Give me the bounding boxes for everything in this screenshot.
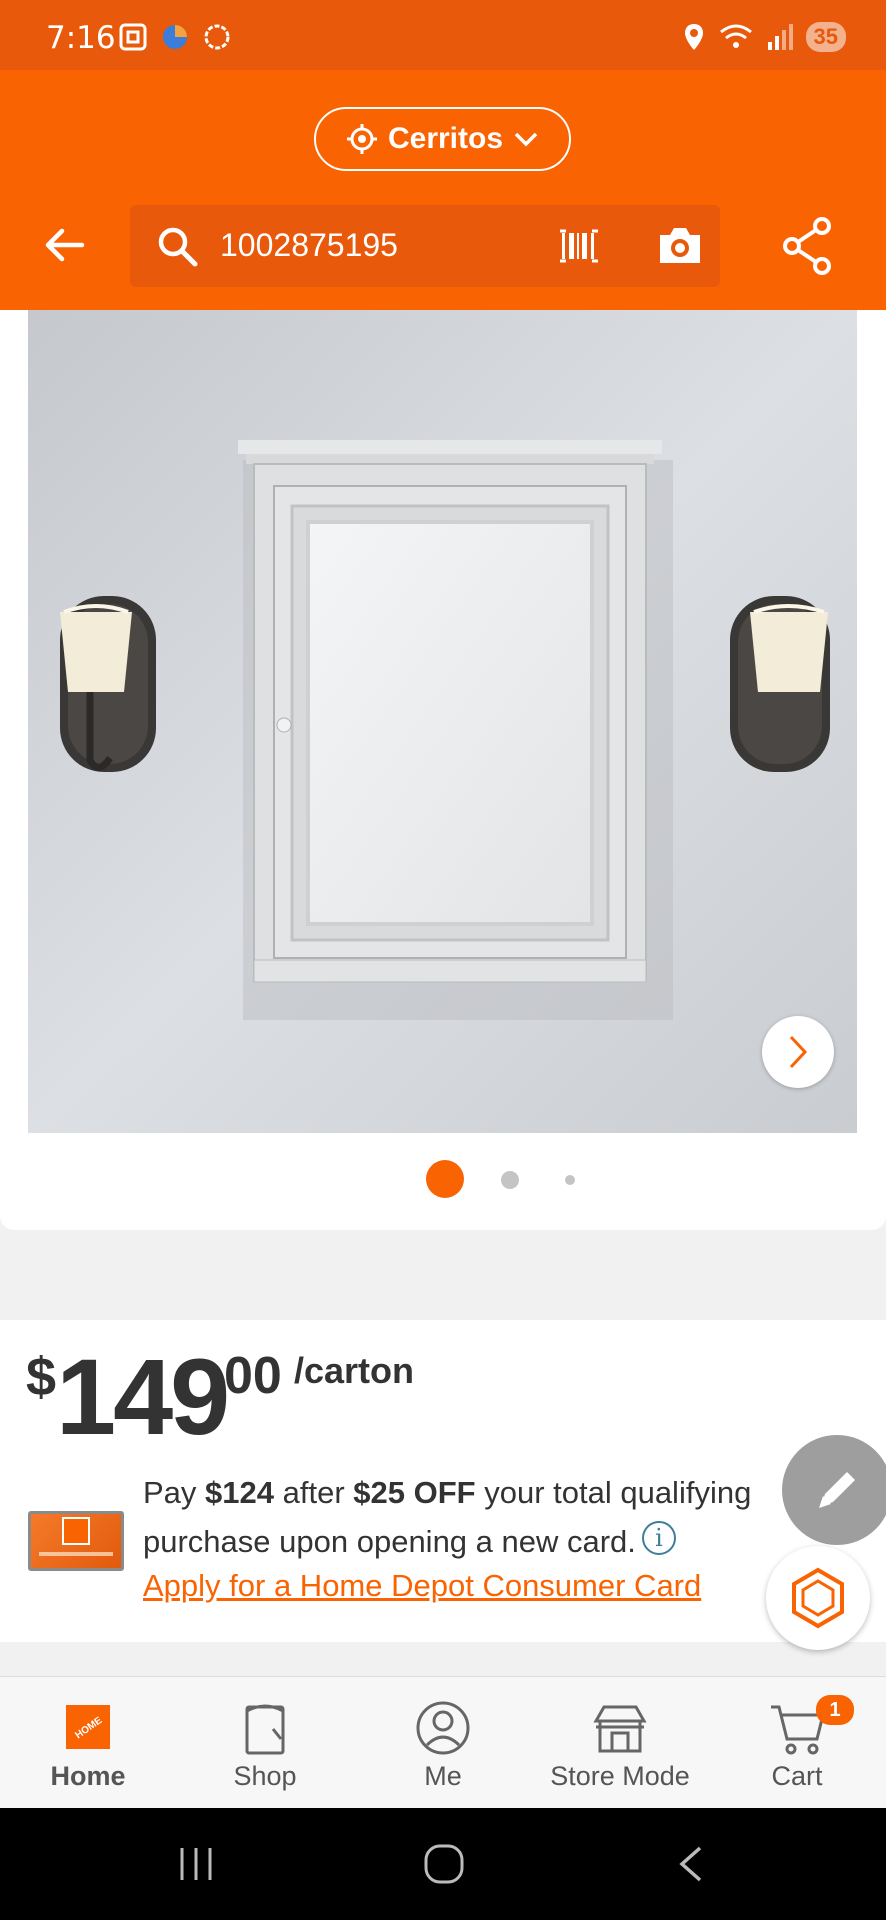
carousel-dot-active[interactable] [426,1160,464,1198]
product-image[interactable] [28,310,857,1133]
status-time: 7:16 [46,20,116,56]
info-icon[interactable]: i [641,1521,676,1555]
promo-middle: after [274,1475,354,1510]
bottom-navigation: HOME Home Shop Me Store Mode Cart 1 [0,1676,886,1808]
recent-apps-icon[interactable] [176,1844,216,1884]
promo-discount: $25 OFF [353,1475,476,1510]
carousel-dot[interactable] [501,1171,519,1189]
back-system-icon[interactable] [676,1844,706,1884]
price-cents: 00 [224,1347,282,1405]
product-image-card [0,310,886,1230]
signal-icon [767,24,793,50]
search-bar[interactable]: 1002875195 [130,205,720,287]
battery-indicator: 35 [805,22,846,52]
cart-count-badge: 1 [816,1695,854,1725]
price-currency: $ [26,1347,57,1407]
pencil-icon [819,1472,855,1508]
status-icons-right: 35 [682,22,846,52]
edit-fab-button[interactable] [782,1435,886,1545]
share-icon[interactable] [780,216,834,276]
carousel-dot[interactable] [565,1175,575,1185]
search-icon [158,227,198,267]
barcode-scan-icon[interactable] [558,225,600,267]
next-image-button[interactable] [762,1016,834,1088]
location-icon [684,24,703,50]
home-depot-logo-icon: HOME [66,1705,110,1749]
store-name: Cerritos [387,122,504,155]
locate-icon [346,124,377,154]
nav-home[interactable]: HOME Home [8,1677,168,1809]
assistant-fab-button[interactable] [766,1546,870,1650]
nav-label-store-mode: Store Mode [550,1761,690,1791]
medicine-cabinet-illustration [28,310,857,1133]
app-header: Cerritos 1002875195 [0,70,886,310]
price-dollars: 149 [56,1336,230,1457]
status-bar: 7:16 35 [0,0,886,70]
nav-label-shop: Shop [233,1761,297,1791]
home-system-icon[interactable] [422,1842,466,1886]
promo-text: Pay $124 after $25 OFF your total qualif… [143,1468,803,1566]
user-icon [416,1701,470,1755]
nav-me[interactable]: Me [363,1677,523,1809]
status-icons-left [118,22,232,52]
back-arrow-icon[interactable] [42,222,88,268]
nav-shop[interactable]: Shop [185,1677,345,1809]
circle-icon [204,24,230,50]
nav-store-mode[interactable]: Store Mode [540,1677,700,1809]
shop-icon [245,1704,285,1755]
hexagon-logo-icon [792,1567,844,1629]
store-icon [593,1705,647,1753]
promo-amount: $124 [205,1475,274,1510]
nav-label-me: Me [424,1761,462,1791]
credit-card-image [28,1511,124,1571]
store-selector[interactable]: Cerritos [314,107,571,171]
nav-label-home: Home [50,1761,126,1791]
search-input[interactable]: 1002875195 [220,227,398,264]
price-unit: /carton [294,1350,415,1391]
nav-cart[interactable]: Cart [717,1677,877,1809]
system-navigation-bar [0,1808,886,1920]
apply-card-link[interactable]: Apply for a Home Depot Consumer Card [143,1568,701,1604]
chevron-right-icon [789,1035,808,1069]
camera-icon[interactable] [656,223,704,267]
app-icon [163,25,187,49]
carousel-indicator [0,1160,886,1200]
nav-label-cart: Cart [771,1761,823,1791]
chevron-down-icon [514,132,538,147]
price-section: $ 149 00 /carton Pay $124 after $25 OFF … [0,1320,886,1642]
wifi-icon [719,24,752,48]
promo-prefix: Pay [143,1475,206,1510]
screenshot-icon [119,23,147,51]
